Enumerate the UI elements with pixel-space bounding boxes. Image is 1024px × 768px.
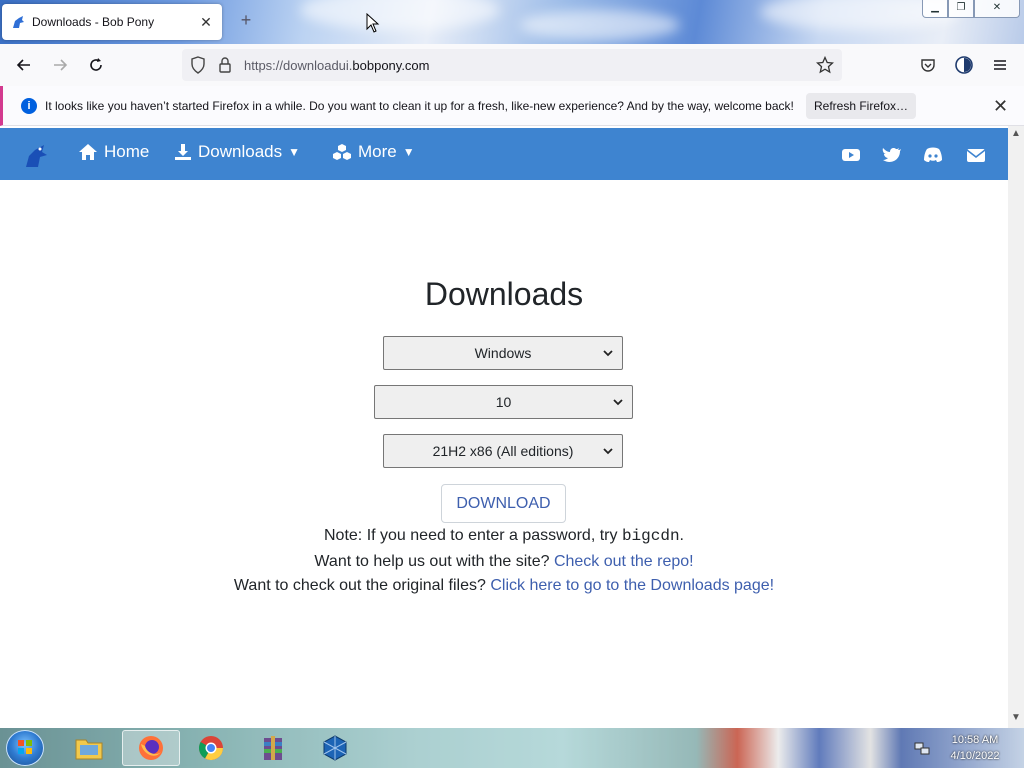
- note-password: bigcdn: [621, 527, 680, 545]
- browser-toolbar: https://downloadui. bobpony.com: [0, 44, 1024, 86]
- home-icon: [79, 144, 97, 160]
- cubes-icon: [333, 144, 351, 160]
- folder-icon: [75, 739, 103, 760]
- nav-more-label: More: [358, 142, 397, 161]
- taskbar: 10:58 AM 4/10/2022: [0, 728, 1024, 768]
- note-prefix: Note: If you need to enter a password, t…: [324, 527, 622, 544]
- downloads-page-link[interactable]: Click here to go to the Downloads page!: [490, 577, 774, 594]
- reload-icon: [90, 58, 102, 71]
- version-select[interactable]: 10: [374, 385, 633, 419]
- nav-downloads[interactable]: Downloads ▼: [174, 142, 300, 162]
- nav-downloads-label: Downloads: [198, 142, 283, 161]
- winrar-icon: [264, 736, 282, 760]
- bobpony-favicon-icon: [13, 16, 24, 28]
- files-prefix: Want to check out the original files?: [233, 577, 491, 594]
- restore-button[interactable]: ❐: [948, 0, 974, 18]
- extension-half-circle-icon: [955, 56, 973, 74]
- new-tab-button[interactable]: +: [236, 10, 256, 31]
- mouse-cursor-icon: [366, 13, 380, 33]
- lock-icon[interactable]: [218, 56, 232, 74]
- bobpony-logo-icon[interactable]: [22, 142, 50, 170]
- forward-arrow-icon: [54, 59, 68, 71]
- download-icon: [175, 144, 191, 160]
- email-icon[interactable]: [966, 146, 986, 164]
- youtube-icon[interactable]: [841, 146, 861, 164]
- taskbar-explorer[interactable]: [62, 730, 116, 766]
- url-prefix: https://downloadui.: [244, 57, 353, 73]
- hamburger-menu-icon: [994, 60, 1006, 70]
- info-icon: i: [21, 97, 37, 114]
- help-line: Want to help us out with the site? Check…: [0, 553, 1008, 571]
- virtualbox-icon: [323, 735, 347, 761]
- files-line: Want to check out the original files? Cl…: [0, 577, 1008, 595]
- notification-close-icon[interactable]: ✕: [993, 96, 1008, 117]
- back-arrow-icon: [16, 59, 30, 71]
- chevron-down-icon: [603, 448, 613, 455]
- windows-logo-icon: [18, 740, 32, 754]
- discord-icon[interactable]: [923, 146, 943, 164]
- help-prefix: Want to help us out with the site?: [314, 553, 554, 570]
- nav-home[interactable]: Home: [78, 142, 149, 162]
- build-select[interactable]: 21H2 x86 (All editions): [383, 434, 623, 468]
- taskbar-firefox[interactable]: [122, 730, 180, 766]
- tab-strip: Downloads - Bob Pony ✕ + ▁ ❐ ✕: [0, 0, 1024, 44]
- version-select-value: 10: [495, 394, 512, 410]
- page-scrollbar[interactable]: ▲ ▼: [1008, 126, 1024, 728]
- refresh-firefox-button[interactable]: Refresh Firefox…: [806, 93, 916, 119]
- build-select-value: 21H2 x86 (All editions): [432, 443, 574, 459]
- nav-more[interactable]: More ▼: [332, 142, 415, 162]
- pocket-icon: [921, 59, 935, 72]
- refresh-firefox-notification: i It looks like you haven’t started Fire…: [0, 86, 1024, 126]
- page-title: Downloads: [424, 276, 584, 312]
- download-button[interactable]: DOWNLOAD: [441, 484, 566, 523]
- network-icon[interactable]: [914, 740, 930, 756]
- app-menu-button[interactable]: [988, 53, 1012, 77]
- chevron-down-icon: ▼: [402, 145, 415, 159]
- start-button[interactable]: [6, 730, 44, 766]
- chevron-down-icon: ▼: [288, 145, 300, 159]
- nav-home-label: Home: [104, 142, 150, 161]
- repo-link[interactable]: Check out the repo!: [554, 553, 694, 570]
- minimize-button[interactable]: ▁: [922, 0, 948, 18]
- bookmark-star-icon[interactable]: [816, 56, 834, 74]
- tab-close-icon[interactable]: ✕: [198, 14, 214, 31]
- password-note: Note: If you need to enter a password, t…: [0, 527, 1008, 545]
- taskbar-winrar[interactable]: [246, 730, 300, 766]
- pocket-button[interactable]: [916, 53, 940, 77]
- reload-button[interactable]: [84, 53, 108, 77]
- browser-tab[interactable]: Downloads - Bob Pony ✕: [2, 4, 222, 40]
- os-select[interactable]: Windows: [383, 336, 623, 370]
- clock-date: 4/10/2022: [950, 750, 1000, 762]
- twitter-icon[interactable]: [882, 146, 902, 164]
- extension-button[interactable]: [952, 53, 976, 77]
- note-suffix: .: [679, 527, 684, 544]
- firefox-icon: [139, 736, 163, 760]
- url-host: bobpony.com: [352, 57, 430, 73]
- os-select-value: Windows: [474, 345, 532, 361]
- forward-button[interactable]: [48, 53, 72, 77]
- tab-title: Downloads - Bob Pony: [32, 15, 155, 29]
- chevron-down-icon: [613, 399, 623, 406]
- scroll-up-icon[interactable]: ▲: [1011, 128, 1021, 139]
- clock-time: 10:58 AM: [951, 734, 999, 746]
- taskbar-chrome[interactable]: [184, 730, 238, 766]
- notification-message: It looks like you haven’t started Firefo…: [45, 98, 794, 113]
- system-clock[interactable]: 10:58 AM 4/10/2022: [940, 732, 1010, 764]
- chevron-down-icon: [603, 350, 613, 357]
- page-content: Home Downloads ▼ More ▼ Downloads Window…: [0, 126, 1008, 728]
- taskbar-virtualbox[interactable]: [308, 730, 362, 766]
- url-bar[interactable]: https://downloadui. bobpony.com: [182, 49, 842, 81]
- tracking-protection-shield-icon[interactable]: [190, 56, 206, 74]
- scroll-down-icon[interactable]: ▼: [1011, 712, 1021, 723]
- window-close-button[interactable]: ✕: [974, 0, 1020, 18]
- back-button[interactable]: [12, 53, 36, 77]
- chrome-icon: [198, 736, 223, 761]
- site-navbar: Home Downloads ▼ More ▼: [0, 128, 1008, 180]
